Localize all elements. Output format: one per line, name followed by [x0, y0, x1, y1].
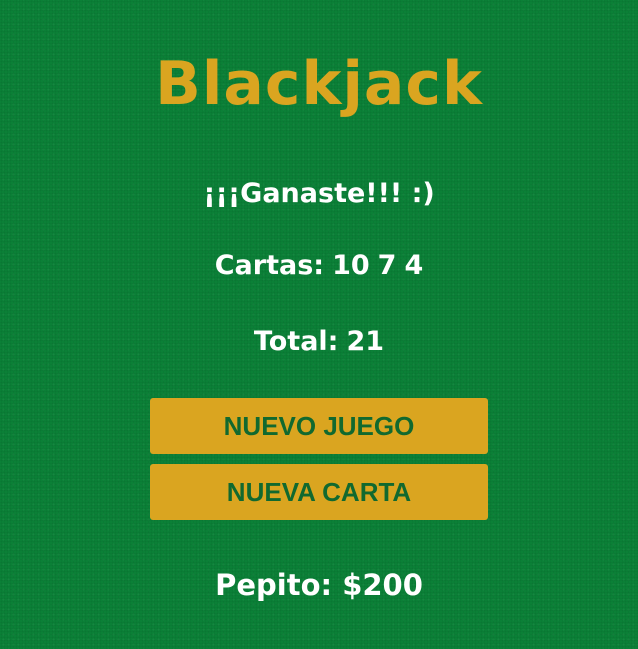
total-line: Total: 21	[254, 326, 384, 358]
card-value: 7	[377, 250, 397, 281]
player-name: Pepito:	[215, 568, 333, 602]
player-balance: $200	[342, 568, 423, 602]
cards-label: Cartas:	[214, 250, 325, 281]
new-card-button[interactable]: NUEVA CARTA	[150, 464, 488, 520]
total-value: 21	[346, 326, 385, 357]
result-message: ¡¡¡Ganaste!!! :)	[203, 178, 435, 209]
cards-line: Cartas: 10 7 4	[215, 250, 424, 282]
new-game-button[interactable]: NUEVO JUEGO	[150, 398, 488, 454]
total-label: Total:	[253, 326, 339, 357]
card-value: 4	[404, 250, 424, 281]
card-value: 10	[332, 250, 370, 281]
game-title: Blackjack	[155, 49, 483, 119]
blackjack-table: Blackjack ¡¡¡Ganaste!!! :) Cartas: 10 7 4 T…	[0, 0, 638, 649]
player-balance-line: Pepito: $200	[215, 568, 423, 602]
